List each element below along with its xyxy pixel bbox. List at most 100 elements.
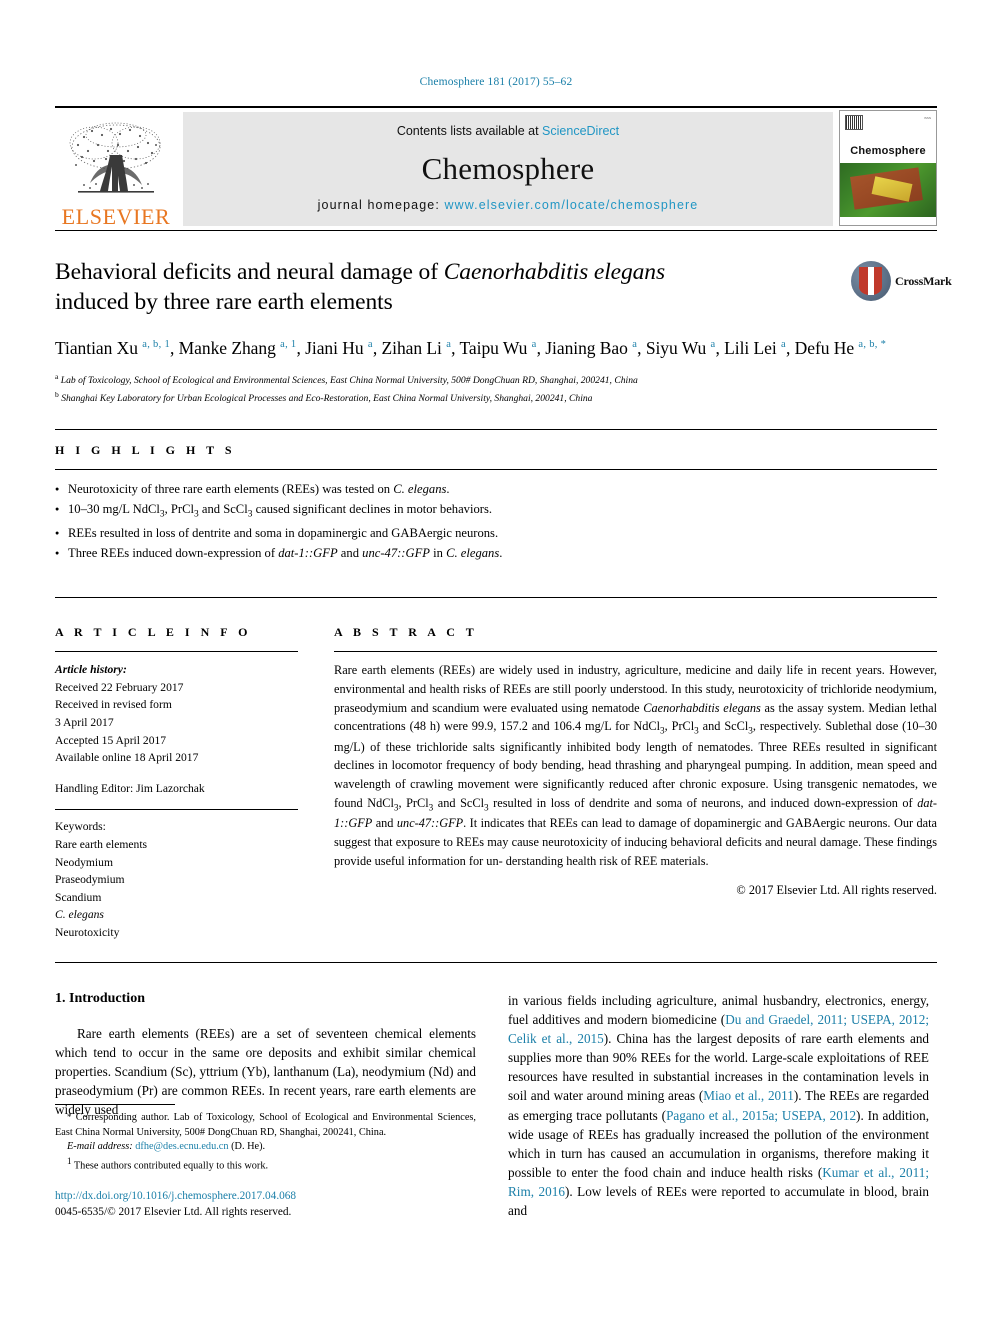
cover-barcode-icon [845,115,863,130]
affiliation-mark: a [55,372,59,381]
author-name: Jiani Hu [305,338,368,359]
affiliation-line: b Shanghai Key Laboratory for Urban Ecol… [55,390,593,405]
cover-bottom-strip [840,217,936,225]
keyword-item: Scandium [55,890,102,904]
keyword-item: Neodymium [55,855,113,869]
author-affiliation-mark: a, b, 1 [142,339,170,351]
body-columns: 1. Introduction Rare earth elements (REE… [55,963,937,1221]
email-suffix: (D. He). [231,1141,266,1153]
author-name: Tiantian Xu [55,338,143,359]
equal-contribution-text: These authors contributed equally to thi… [73,1160,269,1172]
author-name: Siyu Wu [645,338,711,359]
article-info-column: A R T I C L E I N F O Article history: R… [55,612,298,942]
author-affiliation-mark: a [710,339,716,351]
abstract-heading: A B S T R A C T [334,625,478,640]
email-note: E-mail address: dfhe@des.ecnu.edu.cn (D.… [55,1140,476,1155]
article-info-heading: A R T I C L E I N F O [55,625,252,640]
author-name: Zihan Li [381,338,447,359]
abstract-copyright: © 2017 Elsevier Ltd. All rights reserved… [736,883,937,898]
author-name: Defu He [794,338,859,359]
author-list: Tiantian Xu a, b, 1, Manke Zhang a, 1, J… [55,338,887,359]
contents-prefix: Contents lists available at [396,124,543,138]
article-history-lines: Received 22 February 2017 Received in rev… [55,679,298,767]
citation-kumar-rim[interactable]: Kumar et al., 2011; Rim, 2016 [508,1165,929,1199]
journal-title: Chemosphere [421,150,595,186]
equal-contribution-mark: 1 [67,1156,72,1167]
crossmark-icon [851,261,891,301]
elsevier-wordmark: ELSEVIER [61,204,171,229]
article-history-label: Article history: [55,663,127,677]
highlight-item: 10–30 mg/L NdCl3, PrCl3 and ScCl3 caused… [55,499,937,523]
corresponding-author-note: * Corresponding author. Lab of Toxicolog… [55,1111,476,1141]
citation-miao[interactable]: Miao et al., 2011 [703,1088,794,1103]
abstract-text: Rare earth elements (REEs) are widely us… [334,663,938,868]
keywords-label: Keywords: [55,820,106,834]
author-affiliation-mark: a [531,339,537,351]
footnote-rule [55,1103,175,1105]
abstract-column: A B S T R A C T Rare earth elements (REE… [334,612,937,942]
title-part-2: induced by three rare earth elements [55,289,393,316]
masthead-center-panel: Contents lists available at ScienceDirec… [183,112,833,226]
crossmark-badge[interactable]: CrossMark [851,259,952,303]
corresponding-star: * [67,1111,72,1122]
highlights-list: Neurotoxicity of three rare earth elemen… [55,470,937,575]
equal-contribution-note: 1 These authors contributed equally to t… [55,1155,476,1174]
author-name: Manke Zhang [178,338,281,359]
homepage-prefix: journal homepage: [317,198,445,212]
handling-editor: Handling Editor: Jim Lazorchak [55,781,205,795]
article-history-line: Received in revised form [55,698,172,712]
masthead-bottom-rule [55,230,937,231]
article-history-line: Accepted 15 April 2017 [55,733,167,747]
title-block: CrossMark Behavioral deficits and neural… [55,257,952,407]
doi-link[interactable]: http://dx.doi.org/10.1016/j.chemosphere.… [55,1189,476,1205]
highlight-item: Three REEs induced down-expression of da… [55,543,937,563]
elsevier-tree-icon [69,122,161,193]
highlight-item: Neurotoxicity of three rare earth elemen… [55,479,937,499]
author-name: Lili Lei [724,338,782,359]
article-history-line: Available online 18 April 2017 [55,751,199,765]
email-link[interactable]: dfhe@des.ecnu.edu.cn [135,1141,228,1152]
cover-journal-title: Chemosphere [850,145,926,158]
journal-homepage-line: journal homepage: www.elsevier.com/locat… [318,198,699,212]
keywords-block: Keywords: Rare earth elements Neodymium Pr… [55,810,298,941]
keyword-item: Praseodymium [55,873,125,887]
cover-top-band: ISSN Chemosphere [840,111,936,164]
introduction-heading: 1. Introduction [55,990,145,1006]
highlights-heading: H I G H L I G H T S [55,443,236,458]
keyword-item: Rare earth elements [55,838,148,852]
homepage-url-link[interactable]: www.elsevier.com/locate/chemosphere [444,198,698,212]
author-name: Jianing Bao [545,338,633,359]
author-affiliation-mark: a [781,339,787,351]
journal-masthead: ELSEVIER Contents lists available at Sci… [55,106,937,230]
introduction-paragraph-2: in various fields including agriculture,… [508,992,929,1219]
sciencedirect-link[interactable]: ScienceDirect [542,124,619,138]
keyword-item: Neurotoxicity [55,926,120,940]
body-column-left: 1. Introduction Rare earth elements (REE… [55,991,476,1221]
issn-copyright: 0045-6535/© 2017 Elsevier Ltd. All right… [55,1205,292,1218]
author-affiliation-mark: a [632,339,638,351]
author-affiliation-mark: a [367,339,373,351]
article-history-line: Received 22 February 2017 [55,680,184,694]
article-history-line: 3 April 2017 [55,715,114,729]
keywords-lines: Rare earth elements Neodymium Praseodymium… [55,836,298,942]
affiliation-line: a Lab of Toxicology, School of Ecologica… [55,372,638,387]
author-name: Taipu Wu [459,338,532,359]
affiliation-list: a Lab of Toxicology, School of Ecologica… [55,371,937,407]
body-column-right: in various fields including agriculture,… [508,991,929,1221]
author-affiliation-mark: a, 1 [280,339,297,351]
keyword-item: C. elegans [55,908,104,922]
email-label: E-mail address: [67,1141,133,1153]
highlight-item: REEs resulted in loss of dentrite and so… [55,523,937,543]
contents-available-line: Contents lists available at ScienceDirec… [397,124,619,138]
author-affiliation-mark: a, b, * [858,339,887,351]
elsevier-logo: ELSEVIER [55,108,177,230]
title-part-1: Behavioral deficits and neural damage of [55,259,444,285]
article-page: Chemosphere 181 (2017) 55–62 ELSEVIER Co… [0,0,992,1323]
citation-du-graedel[interactable]: Du and Graedel, 2011; USEPA, 2012; Celik… [508,1012,929,1046]
doi-block: http://dx.doi.org/10.1016/j.chemosphere.… [55,1189,476,1221]
affiliation-mark: b [55,390,59,400]
title-species-name: Caenorhabditis elegans [443,259,665,285]
citation-pagano-usepa[interactable]: Pagano et al., 2015a; USEPA, 2012 [666,1108,856,1123]
running-head: Chemosphere 181 (2017) 55–62 [419,76,573,88]
